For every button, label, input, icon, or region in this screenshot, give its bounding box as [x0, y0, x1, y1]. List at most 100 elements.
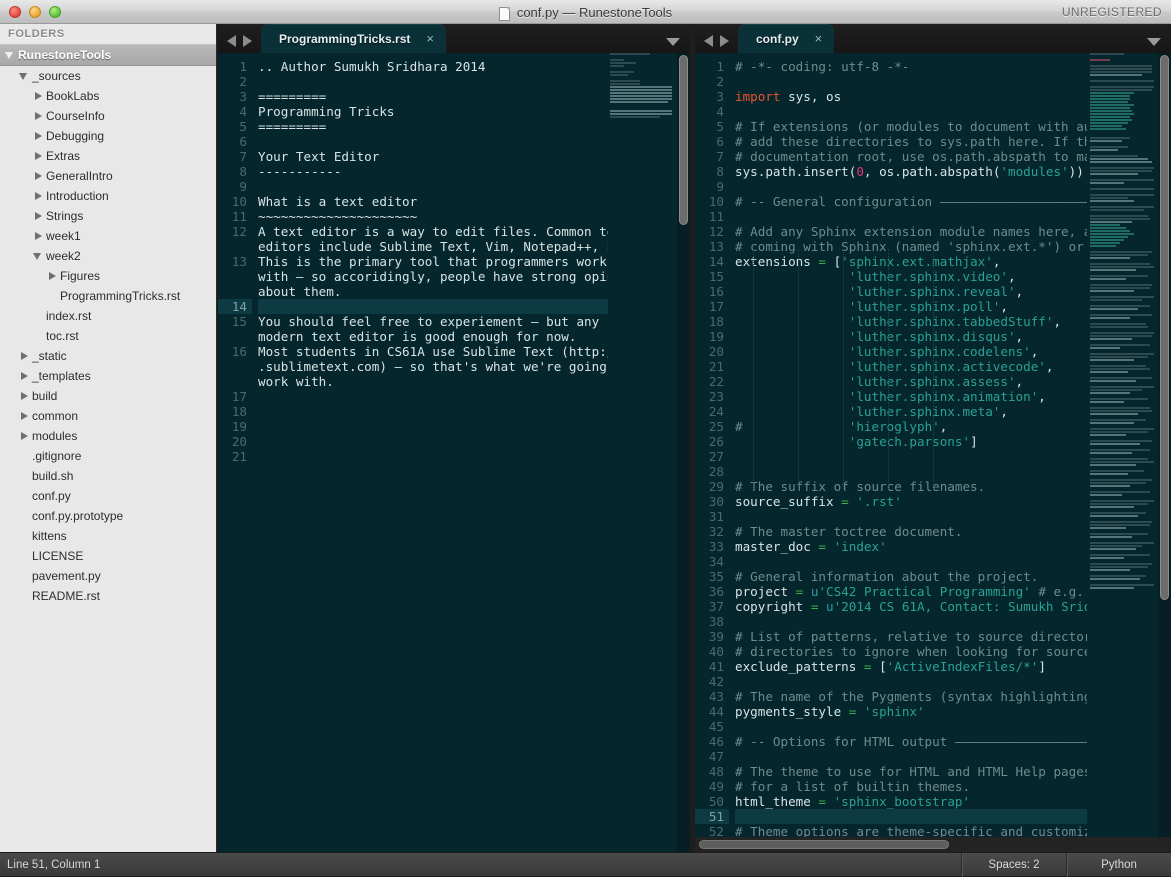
chevron-down-icon[interactable]	[666, 38, 680, 46]
chevron-right-icon[interactable]	[32, 186, 46, 206]
close-icon[interactable]: ×	[426, 32, 434, 45]
minimap-line	[1090, 269, 1136, 271]
sidebar-item-pavement-py[interactable]: pavement.py	[0, 566, 216, 586]
tab-nav-arrows-right[interactable]	[695, 35, 738, 53]
chevron-right-icon[interactable]	[18, 426, 32, 446]
horizontal-scrollbar-right[interactable]	[695, 837, 1171, 852]
no-twisty	[18, 526, 32, 546]
minimap-line	[610, 116, 660, 118]
minimap-line	[1090, 368, 1150, 370]
minimap-line	[610, 95, 672, 97]
minimap-line	[1090, 515, 1138, 517]
arrow-left-icon[interactable]	[704, 35, 713, 47]
chevron-right-icon[interactable]	[32, 126, 46, 146]
code-token-str: 'hieroglyph'	[848, 419, 940, 434]
minimap-line	[1090, 554, 1150, 556]
minimap-line	[1090, 197, 1128, 199]
chevron-down-icon[interactable]	[18, 66, 32, 86]
sidebar-item-strings[interactable]: Strings	[0, 206, 216, 226]
chevron-right-icon[interactable]	[32, 106, 46, 126]
minimap-right[interactable]	[1087, 53, 1159, 852]
chevron-right-icon[interactable]	[18, 406, 32, 426]
sidebar-item-static[interactable]: _static	[0, 346, 216, 366]
minimize-window-button[interactable]	[29, 5, 41, 18]
sidebar-item-build-sh[interactable]: build.sh	[0, 466, 216, 486]
sidebar-item-week1[interactable]: week1	[0, 226, 216, 246]
chevron-right-icon[interactable]	[32, 86, 46, 106]
line-number: 7	[716, 149, 724, 164]
sidebar-item-conf-py[interactable]: conf.py	[0, 486, 216, 506]
chevron-down-icon[interactable]	[1147, 38, 1161, 46]
sidebar-item-build[interactable]: build	[0, 386, 216, 406]
vertical-scrollbar-right[interactable]	[1158, 53, 1171, 852]
sidebar-item-templates[interactable]: _templates	[0, 366, 216, 386]
sidebar-item-booklabs[interactable]: BookLabs	[0, 86, 216, 106]
arrow-right-icon[interactable]	[720, 35, 729, 47]
minimap-line	[610, 59, 624, 61]
indentation-setting[interactable]: Spaces: 2	[961, 852, 1066, 877]
sidebar-item-modules[interactable]: modules	[0, 426, 216, 446]
minimap-line	[1090, 254, 1148, 256]
sidebar-item-gitignore[interactable]: .gitignore	[0, 446, 216, 466]
code-token-id: [	[826, 254, 842, 269]
syntax-mode[interactable]: Python	[1066, 852, 1171, 877]
tab-nav-arrows-left[interactable]	[218, 35, 261, 53]
code-token-cmt: # -- General configuration —————————————…	[735, 194, 1115, 209]
minimap-line	[1090, 140, 1122, 142]
tab-bar-right[interactable]: conf.py ×	[695, 24, 1171, 53]
unregistered-badge[interactable]: UNREGISTERED	[1062, 0, 1162, 24]
minimap-line	[1090, 485, 1130, 487]
sidebar-item-kittens[interactable]: kittens	[0, 526, 216, 546]
sidebar-item-runestonetools[interactable]: RunestoneTools	[0, 44, 216, 66]
sidebar-item-toc-rst[interactable]: toc.rst	[0, 326, 216, 346]
vertical-scrollbar-left[interactable]	[677, 53, 690, 852]
minimap-line	[1090, 275, 1148, 277]
chevron-right-icon[interactable]	[32, 166, 46, 186]
close-window-button[interactable]	[9, 5, 21, 18]
no-twisty	[18, 586, 32, 606]
chevron-right-icon[interactable]	[32, 226, 46, 246]
window-controls[interactable]	[0, 5, 61, 18]
chevron-right-icon[interactable]	[18, 366, 32, 386]
chevron-down-icon[interactable]	[32, 246, 46, 266]
sidebar-item-generalintro[interactable]: GeneralIntro	[0, 166, 216, 186]
sidebar-item-week2[interactable]: week2	[0, 246, 216, 266]
close-icon[interactable]: ×	[815, 32, 823, 45]
sidebar-item-label: Introduction	[46, 189, 109, 203]
tab-conf-py[interactable]: conf.py ×	[738, 24, 835, 53]
sidebar-item-label: build	[32, 389, 58, 403]
sidebar-item-common[interactable]: common	[0, 406, 216, 426]
chevron-right-icon[interactable]	[32, 146, 46, 166]
line-number: 9	[239, 179, 247, 194]
sidebar-item-debugging[interactable]: Debugging	[0, 126, 216, 146]
sidebar-item-label: Extras	[46, 149, 81, 163]
sidebar-item-figures[interactable]: Figures	[0, 266, 216, 286]
sidebar-item-license[interactable]: LICENSE	[0, 546, 216, 566]
sidebar-item-extras[interactable]: Extras	[0, 146, 216, 166]
arrow-left-icon[interactable]	[227, 35, 236, 47]
minimap-line	[610, 86, 672, 88]
chevron-right-icon[interactable]	[32, 206, 46, 226]
sidebar-item-introduction[interactable]: Introduction	[0, 186, 216, 206]
arrow-right-icon[interactable]	[243, 35, 252, 47]
tab-programmingtricks-rst[interactable]: ProgrammingTricks.rst ×	[261, 24, 446, 53]
sidebar-item-sources[interactable]: _sources	[0, 66, 216, 86]
chevron-right-icon[interactable]	[18, 346, 32, 366]
sidebar-item-courseinfo[interactable]: CourseInfo	[0, 106, 216, 126]
sidebar-item-programmingtricks-rst[interactable]: ProgrammingTricks.rst	[0, 286, 216, 306]
sidebar-item-index-rst[interactable]: index.rst	[0, 306, 216, 326]
minimap-line	[1090, 473, 1128, 475]
indent-guide	[753, 249, 754, 489]
chevron-right-icon[interactable]	[18, 386, 32, 406]
tab-bar-left[interactable]: ProgrammingTricks.rst ×	[218, 24, 690, 53]
minimap-left[interactable]	[608, 53, 680, 852]
sidebar-item-conf-py-prototype[interactable]: conf.py.prototype	[0, 506, 216, 526]
code-token-op: =	[841, 494, 849, 509]
maximize-window-button[interactable]	[49, 5, 61, 18]
folders-sidebar[interactable]: FOLDERS RunestoneTools _sources BookLabs Co…	[0, 24, 217, 852]
chevron-right-icon[interactable]	[46, 266, 60, 286]
line-number: 15	[231, 314, 247, 329]
sidebar-item-readme-rst[interactable]: README.rst	[0, 586, 216, 606]
chevron-down-icon[interactable]	[4, 45, 18, 65]
folder-tree[interactable]: RunestoneTools _sources BookLabs CourseInfo…	[0, 44, 216, 606]
